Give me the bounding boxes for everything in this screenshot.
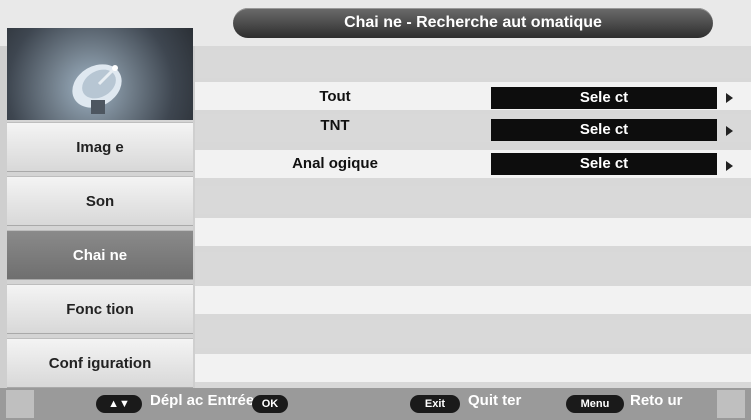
up-down-key-icon: ▲▼ [96,395,142,413]
row-stripe [195,50,751,78]
row-stripe [195,186,751,214]
right-arrow-icon[interactable] [726,126,733,136]
option-label-analogique: Anal ogique [292,155,378,172]
sidebar-item-label: Conf iguration [48,354,152,372]
option-value-analogique[interactable]: Sele ct [491,153,717,175]
satellite-dish-image [7,28,193,120]
exit-key-icon: Exit [410,395,460,413]
sidebar-item-sound[interactable]: Son [7,176,193,226]
menu-key-icon: Menu [566,395,624,413]
sidebar-item-label: Chai ne [72,246,128,264]
sidebar-item-image[interactable]: Imag e [7,122,193,172]
row-stripe [195,354,751,382]
row-stripe [195,286,751,314]
sidebar-item-label: Fonc tion [66,300,134,318]
corner-block [6,390,34,418]
sidebar-item-label: Imag e [76,138,124,156]
satellite-dish-icon [72,64,122,114]
option-label-tnt: TNT [320,117,350,134]
help-exit-text: Quit ter [468,392,522,409]
option-value-tnt[interactable]: Sele ct [491,119,717,141]
option-label-tout: Tout [319,88,351,105]
help-move-enter-text: Dépl ac Entrée [150,392,255,409]
row-stripe [195,320,751,348]
option-value-tout[interactable]: Sele ct [491,87,717,109]
ok-key-icon: OK [252,395,288,413]
sidebar-item-channel[interactable]: Chai ne [7,230,193,280]
row-stripe [195,252,751,280]
row-stripe [195,218,751,246]
corner-block [717,390,745,418]
sidebar-item-label: Son [85,192,115,210]
help-return-text: Reto ur [630,392,683,409]
right-arrow-icon[interactable] [726,93,733,103]
menu-title: Chai ne - Recherche aut omatique [344,14,602,31]
sidebar-item-configuration[interactable]: Conf iguration [7,338,193,388]
sidebar-item-function[interactable]: Fonc tion [7,284,193,334]
right-arrow-icon[interactable] [726,161,733,171]
